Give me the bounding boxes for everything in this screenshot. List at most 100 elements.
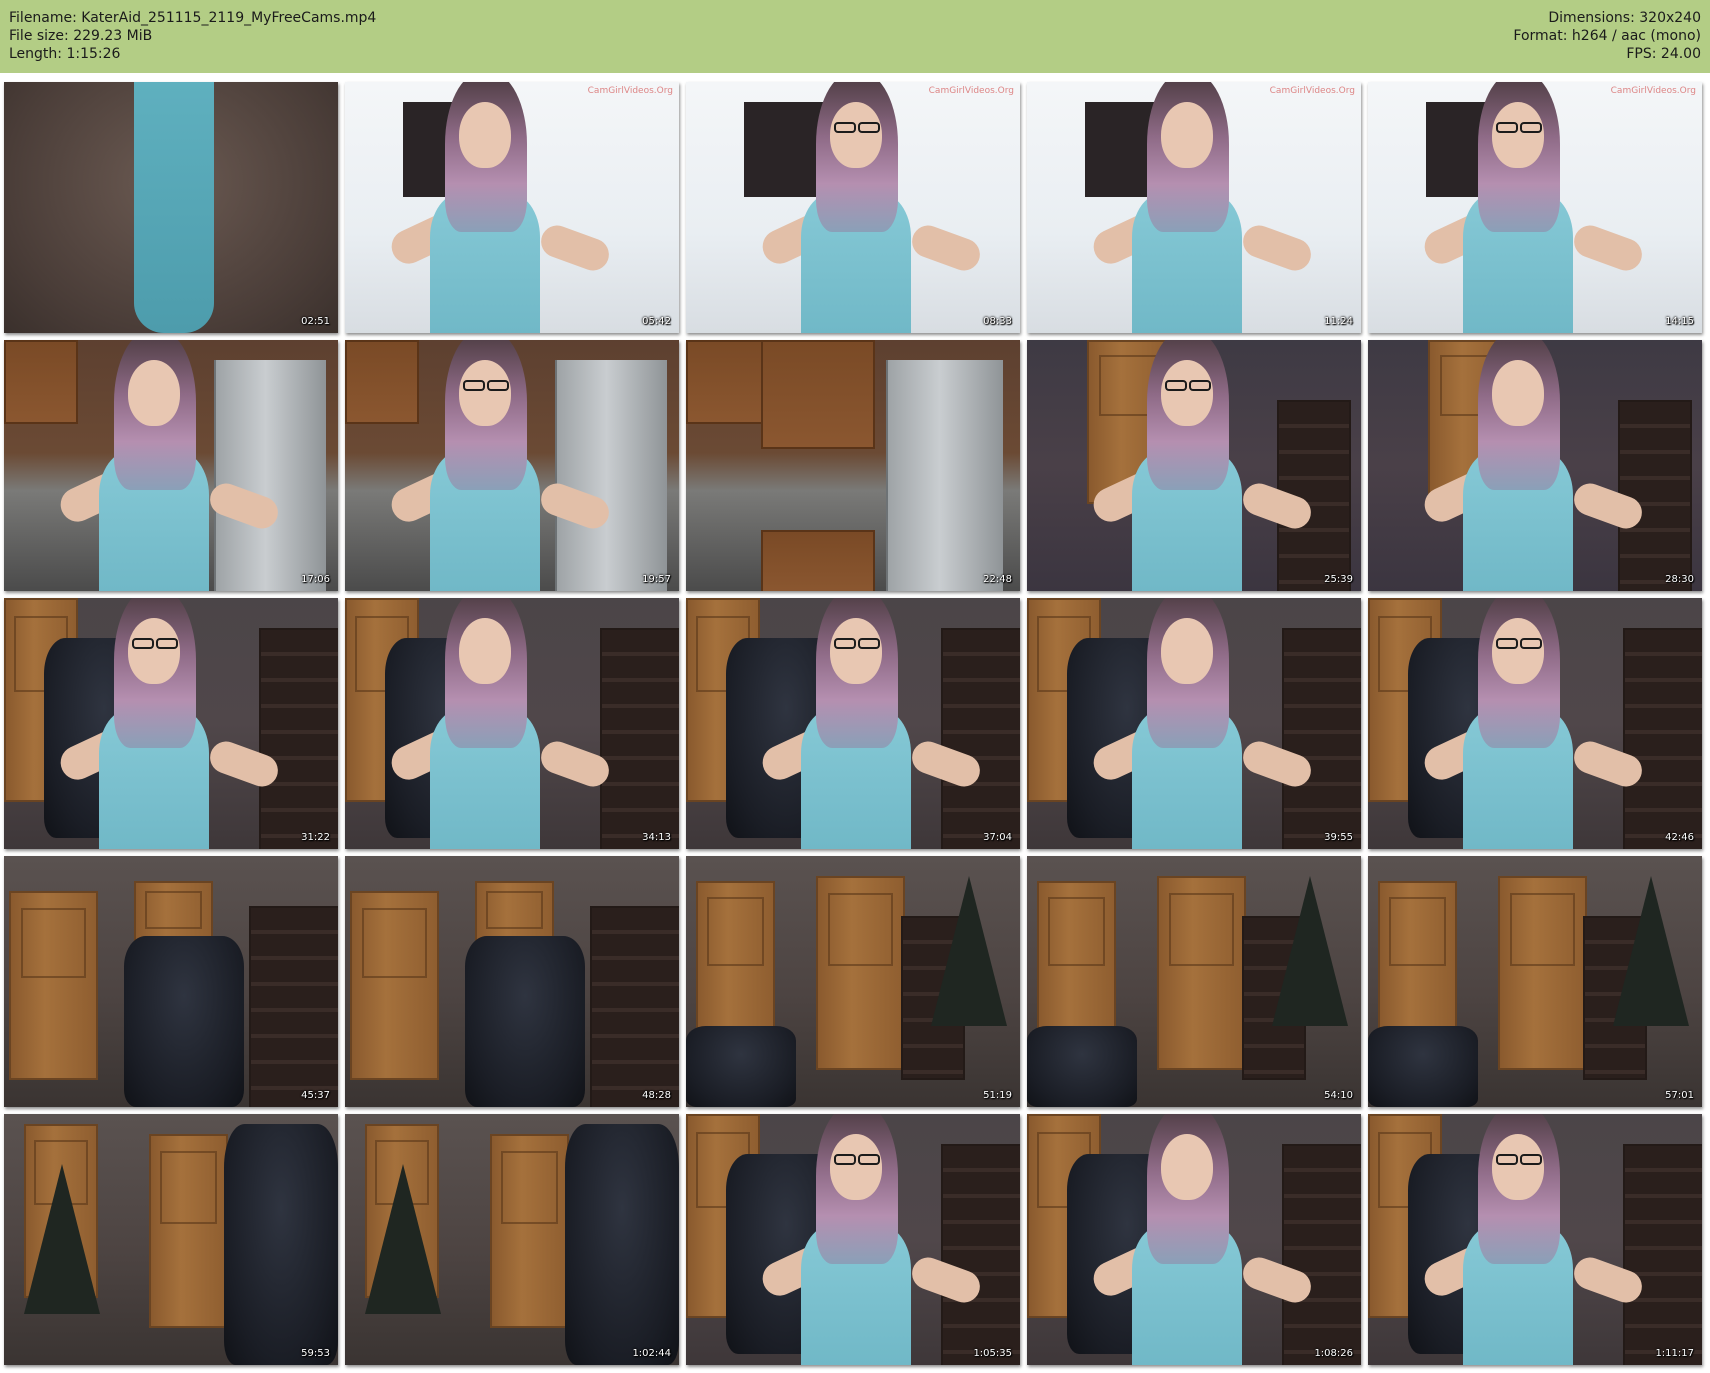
face xyxy=(1161,1134,1213,1200)
wooden-door xyxy=(149,1134,228,1328)
thumbnail-frame-image xyxy=(1368,856,1702,1107)
video-thumbnail[interactable]: 19:57 xyxy=(345,340,679,591)
thumbnail-timestamp: 1:02:44 xyxy=(632,1348,671,1359)
video-thumbnail[interactable]: CamGirlVideos.Org 11:24 xyxy=(1027,82,1361,333)
thumbnail-frame-image xyxy=(1027,1114,1361,1365)
christmas-tree xyxy=(1272,876,1348,1026)
glasses-left-lens xyxy=(834,122,856,133)
video-thumbnail[interactable]: CamGirlVideos.Org 08:33 xyxy=(686,82,1020,333)
video-thumbnail[interactable]: 57:01 xyxy=(1368,856,1702,1107)
glasses-right-lens xyxy=(858,638,880,649)
glasses-left-lens xyxy=(1496,1154,1518,1165)
video-thumbnail[interactable]: 28:30 xyxy=(1368,340,1702,591)
face xyxy=(830,1134,882,1200)
person-figure xyxy=(1027,82,1361,333)
person-figure xyxy=(1027,598,1361,849)
wooden-door xyxy=(816,876,905,1070)
video-thumbnail[interactable]: 39:55 xyxy=(1027,598,1361,849)
thumbnail-frame-image xyxy=(345,598,679,849)
person-figure xyxy=(4,598,338,849)
thumbnail-timestamp: 39:55 xyxy=(1324,832,1353,843)
thumbnail-timestamp: 51:19 xyxy=(983,1090,1012,1101)
thumbnail-frame-image xyxy=(1027,856,1361,1107)
thumbnail-frame-image xyxy=(1368,340,1702,591)
arm-right xyxy=(907,736,985,792)
thumbnail-frame-image xyxy=(686,82,1020,333)
thumbnail-timestamp: 11:24 xyxy=(1324,316,1353,327)
thumbnail-frame-image xyxy=(1368,82,1702,333)
face xyxy=(1492,1134,1544,1200)
glasses-right-lens xyxy=(156,638,178,649)
arm-right xyxy=(536,478,614,534)
face xyxy=(128,618,180,684)
thumbnail-frame-image xyxy=(1027,598,1361,849)
thumbnail-timestamp: 1:11:17 xyxy=(1655,1348,1694,1359)
wooden-door xyxy=(350,891,439,1080)
tank-strap xyxy=(134,82,214,333)
glasses-left-lens xyxy=(834,638,856,649)
thumbnail-timestamp: 05:42 xyxy=(642,316,671,327)
thumbnail-frame-image xyxy=(345,1114,679,1365)
video-thumbnail[interactable]: 51:19 xyxy=(686,856,1020,1107)
arm-right xyxy=(1569,1252,1647,1308)
face xyxy=(128,360,180,426)
info-header: Filename: KaterAid_251115_2119_MyFreeCam… xyxy=(0,0,1710,73)
arm-right xyxy=(205,736,283,792)
thumbnail-frame-image xyxy=(4,1114,338,1365)
format-text: Format: h264 / aac (mono) xyxy=(1513,28,1701,44)
thumbnail-timestamp: 57:01 xyxy=(1665,1090,1694,1101)
glasses-right-lens xyxy=(1520,1154,1542,1165)
video-thumbnail[interactable]: 31:22 xyxy=(4,598,338,849)
person-figure xyxy=(4,340,338,591)
person-figure xyxy=(1368,340,1702,591)
face xyxy=(459,618,511,684)
video-thumbnail[interactable]: 42:46 xyxy=(1368,598,1702,849)
thumbnail-timestamp: 17:06 xyxy=(301,574,330,585)
video-thumbnail[interactable]: 34:13 xyxy=(345,598,679,849)
length-text: Length: 1:15:26 xyxy=(9,46,121,62)
video-thumbnail[interactable]: 1:02:44 xyxy=(345,1114,679,1365)
arm-right xyxy=(1238,220,1316,276)
glasses-left-lens xyxy=(1496,122,1518,133)
face xyxy=(830,102,882,168)
video-thumbnail[interactable]: 02:51 xyxy=(4,82,338,333)
video-thumbnail[interactable]: 1:05:35 xyxy=(686,1114,1020,1365)
person-figure xyxy=(1027,340,1361,591)
video-thumbnail[interactable]: 17:06 xyxy=(4,340,338,591)
video-thumbnail[interactable]: 22:48 xyxy=(686,340,1020,591)
file-info-left: Filename: KaterAid_251115_2119_MyFreeCam… xyxy=(9,9,376,63)
thumbnail-timestamp: 1:05:35 xyxy=(973,1348,1012,1359)
thumbnail-watermark: CamGirlVideos.Org xyxy=(1269,86,1355,96)
fps-text: FPS: 24.00 xyxy=(1626,46,1701,62)
arm-right xyxy=(205,478,283,534)
video-thumbnail[interactable]: CamGirlVideos.Org 14:15 xyxy=(1368,82,1702,333)
thumbnail-grid: 02:51 CamGirlVideos.Org 05:42 CamGirlVideos… xyxy=(4,82,1706,1369)
video-thumbnail[interactable]: CamGirlVideos.Org 05:42 xyxy=(345,82,679,333)
thumbnail-frame-image xyxy=(686,856,1020,1107)
video-thumbnail[interactable]: 1:08:26 xyxy=(1027,1114,1361,1365)
video-thumbnail[interactable]: 54:10 xyxy=(1027,856,1361,1107)
video-thumbnail[interactable]: 59:53 xyxy=(4,1114,338,1365)
thumbnail-frame-image xyxy=(345,856,679,1107)
arm-right xyxy=(536,220,614,276)
thumbnail-watermark: CamGirlVideos.Org xyxy=(928,86,1014,96)
thumbnail-frame-image xyxy=(1368,598,1702,849)
office-chair xyxy=(565,1124,679,1365)
thumbnail-frame-image xyxy=(4,340,338,591)
video-thumbnail[interactable]: 48:28 xyxy=(345,856,679,1107)
thumbnail-timestamp: 1:08:26 xyxy=(1314,1348,1353,1359)
glasses-right-lens xyxy=(1520,122,1542,133)
video-thumbnail[interactable]: 1:11:17 xyxy=(1368,1114,1702,1365)
video-thumbnail[interactable]: 37:04 xyxy=(686,598,1020,849)
dimensions-text: Dimensions: 320x240 xyxy=(1548,10,1701,26)
thumbnail-frame-image xyxy=(4,82,338,333)
christmas-tree xyxy=(1613,876,1689,1026)
wooden-door xyxy=(1498,876,1587,1070)
thumbnail-timestamp: 25:39 xyxy=(1324,574,1353,585)
glasses-right-lens xyxy=(1189,380,1211,391)
glasses-left-lens xyxy=(132,638,154,649)
video-thumbnail[interactable]: 45:37 xyxy=(4,856,338,1107)
kitchen-cabinet xyxy=(761,530,875,591)
video-thumbnail[interactable]: 25:39 xyxy=(1027,340,1361,591)
thumbnail-timestamp: 45:37 xyxy=(301,1090,330,1101)
